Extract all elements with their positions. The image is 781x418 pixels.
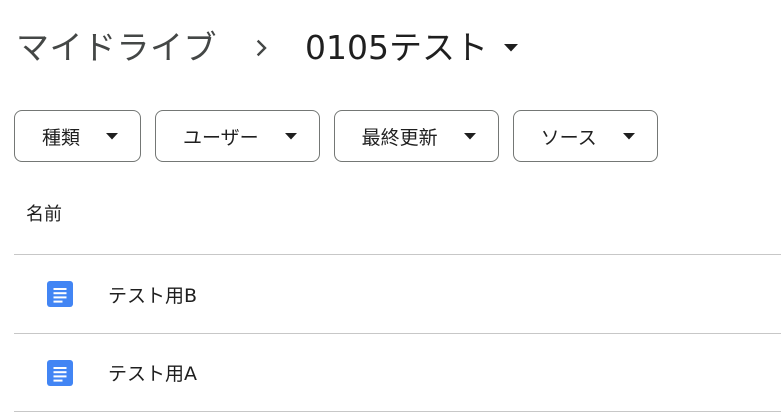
file-row[interactable]: テスト用A bbox=[14, 333, 781, 412]
caret-down-icon bbox=[284, 132, 297, 140]
file-list: テスト用B テスト用A bbox=[14, 254, 781, 412]
filter-type-chip[interactable]: 種類 bbox=[14, 110, 142, 162]
filter-user-chip[interactable]: ユーザー bbox=[155, 110, 320, 162]
google-docs-icon bbox=[46, 359, 74, 387]
filter-source-label: ソース bbox=[540, 126, 597, 149]
chevron-right-icon bbox=[253, 39, 271, 57]
breadcrumb-my-drive[interactable]: マイドライブ bbox=[16, 22, 217, 74]
filter-type-label: 種類 bbox=[42, 126, 81, 149]
caret-down-icon bbox=[463, 132, 476, 140]
caret-down-icon bbox=[622, 132, 635, 140]
column-header-name[interactable]: 名前 bbox=[26, 200, 62, 230]
current-folder-label: 0105テスト bbox=[305, 28, 488, 67]
google-docs-icon bbox=[46, 280, 74, 308]
filter-user-label: ユーザー bbox=[183, 126, 259, 149]
filter-source-chip[interactable]: ソース bbox=[512, 110, 658, 162]
filter-bar: 種類 ユーザー 最終更新 ソース bbox=[14, 110, 672, 162]
breadcrumb: マイドライブ 0105テスト bbox=[16, 22, 518, 74]
filter-last-modified-label: 最終更新 bbox=[361, 126, 438, 149]
caret-down-icon bbox=[503, 44, 518, 52]
file-row[interactable]: テスト用B bbox=[14, 254, 781, 333]
file-name: テスト用A bbox=[108, 363, 197, 385]
caret-down-icon bbox=[106, 132, 119, 140]
breadcrumb-current-folder[interactable]: 0105テスト bbox=[305, 22, 518, 74]
file-name: テスト用B bbox=[108, 284, 198, 307]
filter-last-modified-chip[interactable]: 最終更新 bbox=[333, 110, 499, 162]
